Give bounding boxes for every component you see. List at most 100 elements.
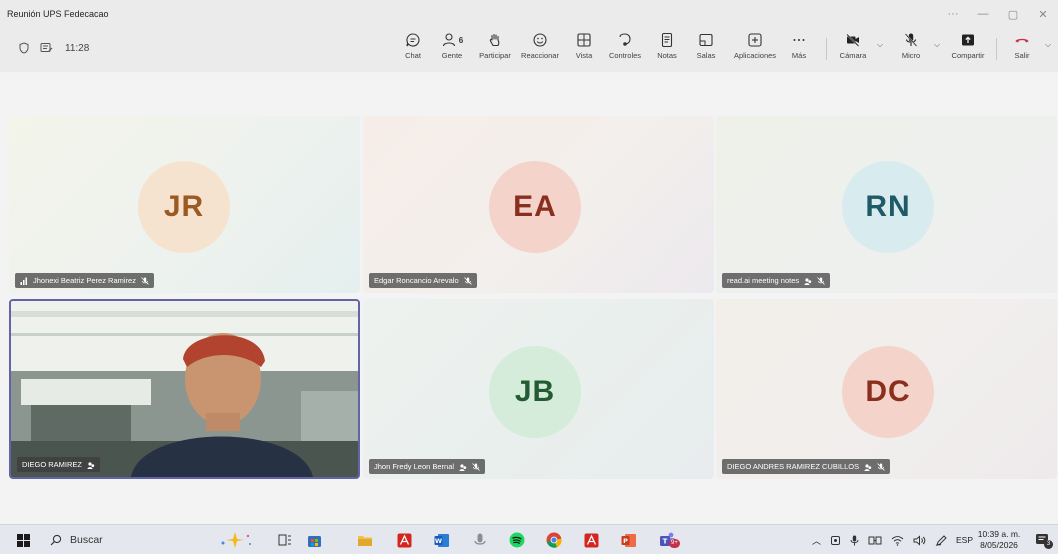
rooms-button[interactable]: Salas bbox=[694, 32, 718, 66]
more-options-icon[interactable]: ··· bbox=[938, 0, 968, 28]
mic-options-chevron-icon[interactable]: ⌵ bbox=[934, 40, 940, 50]
share-button[interactable]: Compartir bbox=[948, 32, 988, 66]
window-controls: ··· — ▢ ✕ bbox=[938, 0, 1058, 28]
smiley-icon bbox=[533, 33, 547, 47]
participant-tile[interactable]: EA Edgar Roncancio Arevalo bbox=[363, 116, 714, 293]
taskbar-clock[interactable]: 10:39 a. m. 8/05/2026 bbox=[970, 529, 1028, 551]
chat-button[interactable]: Chat bbox=[400, 32, 426, 66]
taskbar-file-explorer[interactable] bbox=[356, 531, 374, 549]
people-icon bbox=[442, 33, 455, 47]
apps-button[interactable]: Aplicaciones bbox=[730, 32, 780, 66]
close-button[interactable]: ✕ bbox=[1028, 0, 1058, 28]
search-placeholder: Buscar bbox=[70, 534, 103, 546]
maximize-button[interactable]: ▢ bbox=[998, 0, 1028, 28]
microphone-tray-icon[interactable] bbox=[850, 535, 859, 546]
camera-label: Cámara bbox=[839, 51, 867, 60]
mic-off-icon bbox=[817, 276, 825, 285]
minimize-button[interactable]: — bbox=[968, 0, 998, 28]
controls-icon bbox=[619, 33, 631, 46]
participant-tile[interactable]: RN read.ai meeting notes bbox=[716, 116, 1057, 293]
participant-name: read.ai meeting notes bbox=[727, 276, 800, 285]
participant-tile[interactable]: JB Jhon Fredy Leon Bernal bbox=[363, 299, 714, 479]
signal-icon bbox=[20, 277, 27, 285]
participant-nametag: read.ai meeting notes bbox=[722, 273, 831, 288]
participant-nametag: DIEGO ANDRES RAMIREZ CUBILLOS bbox=[722, 459, 891, 474]
system-tray: ︿ ESP bbox=[812, 525, 973, 554]
svg-text:P: P bbox=[623, 537, 628, 545]
svg-text:W: W bbox=[435, 537, 442, 545]
windows-logo-icon bbox=[16, 533, 30, 547]
taskbar-spotify[interactable] bbox=[508, 531, 526, 549]
meeting-stage: JR Jhonexi Beatriz Perez Ramirez EA Edga… bbox=[0, 72, 1058, 524]
word-icon: W bbox=[434, 533, 449, 547]
camera-button[interactable]: Cámara bbox=[836, 32, 870, 66]
svg-text:T: T bbox=[663, 538, 668, 546]
leave-options-chevron-icon[interactable]: ⌵ bbox=[1045, 40, 1051, 50]
notes-label: Notas bbox=[657, 51, 677, 60]
mic-off-icon bbox=[472, 462, 480, 471]
taskbar-powerpoint[interactable]: P bbox=[620, 531, 638, 549]
meeting-chat-icon[interactable] bbox=[40, 42, 53, 54]
chat-icon bbox=[406, 33, 420, 47]
participant-tile[interactable]: JR Jhonexi Beatriz Perez Ramirez bbox=[9, 116, 360, 293]
taskbar-pdf-reader[interactable] bbox=[395, 531, 413, 549]
search-icon bbox=[50, 534, 62, 546]
participant-nametag: Edgar Roncancio Arevalo bbox=[369, 273, 477, 288]
start-button[interactable] bbox=[14, 531, 32, 549]
participant-name: Jhonexi Beatriz Perez Ramirez bbox=[33, 276, 136, 285]
meeting-toolbar: 11:28 Chat 6 Gente Participar Reaccionar… bbox=[0, 28, 1058, 72]
powerpoint-icon: P bbox=[621, 533, 636, 547]
notes-button[interactable]: Notas bbox=[654, 32, 680, 66]
rooms-label: Salas bbox=[696, 51, 716, 60]
view-label: Vista bbox=[575, 51, 593, 60]
taskbar-pdf-reader-2[interactable] bbox=[582, 531, 600, 549]
task-view-button[interactable] bbox=[276, 531, 294, 549]
people-button[interactable]: 6 Gente bbox=[436, 32, 468, 66]
network-adapter-icon[interactable] bbox=[868, 535, 882, 546]
react-button[interactable]: Reaccionar bbox=[518, 32, 562, 66]
copilot-sparkle[interactable] bbox=[212, 531, 258, 549]
taskbar-app-store[interactable] bbox=[305, 531, 323, 549]
raise-hand-label: Participar bbox=[479, 51, 511, 60]
chrome-icon bbox=[546, 532, 562, 548]
raise-hand-button[interactable]: Participar bbox=[476, 32, 514, 66]
volume-icon[interactable] bbox=[913, 534, 926, 546]
controls-button[interactable]: Controles bbox=[606, 32, 644, 66]
shield-icon[interactable] bbox=[18, 42, 30, 54]
show-hidden-icons-chevron-icon[interactable]: ︿ bbox=[812, 534, 821, 547]
taskbar-word[interactable]: W bbox=[433, 531, 451, 549]
people-count: 6 bbox=[458, 35, 464, 45]
participant-name: Jhon Fredy Leon Bernal bbox=[374, 462, 455, 471]
view-button[interactable]: Vista bbox=[572, 32, 596, 66]
toolbar-divider bbox=[826, 38, 827, 60]
participant-video-tile[interactable]: DIEGO RAMIREZ bbox=[9, 299, 360, 479]
controls-label: Controles bbox=[608, 51, 642, 60]
mic-off-icon bbox=[141, 276, 149, 285]
participant-nametag: DIEGO RAMIREZ bbox=[17, 457, 101, 472]
participant-tile[interactable]: DC DIEGO ANDRES RAMIREZ CUBILLOS bbox=[716, 299, 1057, 479]
mic-button[interactable]: Micro bbox=[896, 32, 926, 66]
taskbar-pinned-app[interactable] bbox=[471, 531, 489, 549]
notes-icon bbox=[661, 32, 673, 48]
react-label: Reaccionar bbox=[521, 51, 559, 60]
tray-app-icon[interactable] bbox=[830, 535, 841, 546]
ellipsis-icon bbox=[793, 39, 805, 41]
taskbar-chrome[interactable] bbox=[545, 531, 563, 549]
taskbar-teams[interactable]: T 9+ bbox=[655, 531, 681, 549]
people-label: Gente bbox=[441, 51, 463, 60]
notification-center-button[interactable]: 3 bbox=[1034, 531, 1053, 549]
leave-label: Salir bbox=[1014, 51, 1030, 60]
wifi-icon[interactable] bbox=[891, 535, 904, 546]
participant-name: DIEGO ANDRES RAMIREZ CUBILLOS bbox=[727, 462, 860, 471]
notification-count-badge: 3 bbox=[1044, 540, 1053, 549]
leave-button[interactable]: Salir bbox=[1008, 32, 1036, 66]
more-label: Más bbox=[791, 51, 807, 60]
add-app-icon bbox=[748, 33, 762, 47]
pen-icon[interactable] bbox=[935, 534, 947, 546]
camera-options-chevron-icon[interactable]: ⌵ bbox=[877, 40, 883, 50]
participant-name: DIEGO RAMIREZ bbox=[22, 460, 83, 469]
taskbar-search[interactable]: Buscar bbox=[50, 531, 103, 549]
task-view-icon bbox=[278, 534, 291, 546]
sparkle-icon bbox=[221, 532, 251, 548]
more-button[interactable]: Más bbox=[788, 32, 810, 66]
